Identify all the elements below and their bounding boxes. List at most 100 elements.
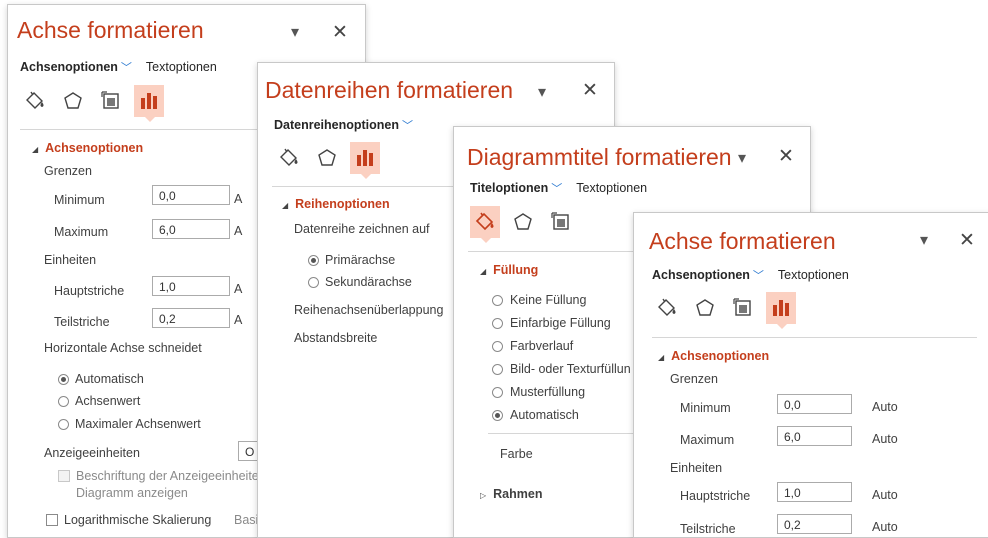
section-reihenoptionen[interactable]: ◢ Reihenoptionen bbox=[282, 197, 390, 211]
teilstriche-auto[interactable]: Auto bbox=[872, 520, 898, 534]
chevron-down-icon[interactable]: ﹀ bbox=[402, 120, 413, 132]
chevron-down-icon[interactable]: ﹀ bbox=[753, 270, 764, 282]
label-sekundaerachse[interactable]: Sekundärachse bbox=[325, 275, 412, 289]
fill-line-icon[interactable] bbox=[20, 85, 50, 117]
teilstriche-auto[interactable]: A bbox=[234, 313, 242, 327]
label-einfarbige-fuellung[interactable]: Einfarbige Füllung bbox=[510, 316, 611, 330]
hauptstriche-auto[interactable]: A bbox=[234, 282, 242, 296]
format-axis-pane-2: Achse formatieren ▾ ✕ Achsenoptionen ﹀ Tex… bbox=[633, 212, 988, 538]
radio-primaerachse[interactable] bbox=[308, 255, 319, 266]
pane-options-dropdown[interactable]: ▾ bbox=[738, 148, 746, 168]
label-maximaler-achsenwert[interactable]: Maximaler Achsenwert bbox=[75, 417, 201, 431]
radio-bild-textur[interactable] bbox=[492, 364, 503, 375]
section-achsenoptionen[interactable]: ◢ Achsenoptionen bbox=[658, 349, 769, 363]
radio-automatisch[interactable] bbox=[492, 410, 503, 421]
pane-options-dropdown[interactable]: ▾ bbox=[538, 82, 546, 102]
label-primaerachse[interactable]: Primärachse bbox=[325, 253, 395, 267]
radio-achsenwert[interactable] bbox=[58, 396, 69, 407]
collapse-triangle-icon: ◢ bbox=[282, 201, 289, 210]
axis-options-bar-chart-icon[interactable] bbox=[766, 292, 796, 329]
label-musterfuellung[interactable]: Musterfüllung bbox=[510, 385, 585, 399]
label-reihenachsenueberlappung: Reihenachsenüberlappung bbox=[294, 303, 444, 317]
label-keine-fuellung[interactable]: Keine Füllung bbox=[510, 293, 586, 307]
label-bild-textur[interactable]: Bild- oder Texturfüllun bbox=[510, 362, 631, 376]
section-label: Rahmen bbox=[493, 487, 543, 501]
label-minimum: Minimum bbox=[680, 401, 731, 415]
minimum-auto[interactable]: A bbox=[234, 192, 242, 206]
label-hauptstriche: Hauptstriche bbox=[54, 284, 125, 298]
axis-options-bar-chart-icon[interactable] bbox=[134, 85, 164, 122]
category-icons bbox=[274, 142, 404, 179]
radio-keine-fuellung[interactable] bbox=[492, 295, 503, 306]
selected-pointer bbox=[777, 324, 787, 329]
radio-automatisch[interactable] bbox=[58, 374, 69, 385]
maximum-input[interactable]: 6,0 bbox=[152, 219, 230, 239]
label-maximum: Maximum bbox=[54, 225, 109, 239]
label-grenzen: Grenzen bbox=[670, 372, 718, 386]
radio-farbverlauf[interactable] bbox=[492, 341, 503, 352]
radio-maximaler-achsenwert[interactable] bbox=[58, 419, 69, 430]
teilstriche-input[interactable]: 0,2 bbox=[777, 514, 852, 534]
size-properties-icon[interactable] bbox=[546, 206, 576, 238]
label-grenzen: Grenzen bbox=[44, 164, 92, 178]
close-button[interactable]: ✕ bbox=[959, 229, 975, 252]
radio-musterfuellung[interactable] bbox=[492, 387, 503, 398]
effects-pentagon-icon[interactable] bbox=[690, 292, 720, 324]
section-fuellung[interactable]: ◢ Füllung bbox=[480, 263, 538, 277]
fill-line-icon[interactable] bbox=[274, 142, 304, 174]
label-horizontale-achse-schneidet: Horizontale Achse schneidet bbox=[44, 341, 202, 355]
hauptstriche-auto[interactable]: Auto bbox=[872, 488, 898, 502]
label-farbverlauf[interactable]: Farbverlauf bbox=[510, 339, 573, 353]
radio-einfarbige-fuellung[interactable] bbox=[492, 318, 503, 329]
series-options-bar-chart-icon[interactable] bbox=[350, 142, 380, 179]
pane-options-dropdown[interactable]: ▾ bbox=[291, 22, 299, 42]
pane-options-dropdown[interactable]: ▾ bbox=[920, 230, 928, 250]
minimum-input[interactable]: 0,0 bbox=[152, 185, 230, 205]
label-automatisch[interactable]: Automatisch bbox=[75, 372, 144, 386]
tab-achsenoptionen[interactable]: Achsenoptionen bbox=[20, 60, 118, 74]
fill-line-icon[interactable] bbox=[470, 206, 500, 243]
chevron-down-icon[interactable]: ﹀ bbox=[551, 183, 562, 195]
section-achsenoptionen[interactable]: ◢ Achsenoptionen bbox=[32, 141, 143, 155]
maximum-input[interactable]: 6,0 bbox=[777, 426, 852, 446]
tab-achsenoptionen[interactable]: Achsenoptionen bbox=[652, 268, 750, 282]
close-button[interactable]: ✕ bbox=[332, 21, 348, 44]
tab-textoptionen[interactable]: Textoptionen bbox=[146, 60, 217, 74]
minimum-auto[interactable]: Auto bbox=[872, 400, 898, 414]
minimum-input[interactable]: 0,0 bbox=[777, 394, 852, 414]
radio-sekundaerachse[interactable] bbox=[308, 277, 319, 288]
label-automatisch[interactable]: Automatisch bbox=[510, 408, 579, 422]
close-button[interactable]: ✕ bbox=[778, 145, 794, 168]
effects-pentagon-icon[interactable] bbox=[58, 85, 88, 117]
hauptstriche-input[interactable]: 1,0 bbox=[777, 482, 852, 502]
teilstriche-input[interactable]: 0,2 bbox=[152, 308, 230, 328]
tab-textoptionen[interactable]: Textoptionen bbox=[778, 268, 849, 282]
label-abstandsbreite: Abstandsbreite bbox=[294, 331, 378, 345]
maximum-auto[interactable]: A bbox=[234, 224, 242, 238]
checkbox-logarithmisch[interactable] bbox=[46, 514, 58, 526]
label-achsenwert[interactable]: Achsenwert bbox=[75, 394, 140, 408]
size-properties-icon[interactable] bbox=[96, 85, 126, 117]
tab-datenreihenoptionen[interactable]: Datenreihenoptionen bbox=[274, 118, 399, 132]
hauptstriche-input[interactable]: 1,0 bbox=[152, 276, 230, 296]
fill-line-icon[interactable] bbox=[652, 292, 682, 324]
label-minimum: Minimum bbox=[54, 193, 105, 207]
options-tabs: Titeloptionen ﹀ Textoptionen bbox=[470, 180, 647, 196]
section-rahmen[interactable]: ▷ Rahmen bbox=[480, 487, 542, 501]
divider bbox=[652, 337, 977, 338]
category-icons bbox=[470, 206, 600, 243]
close-button[interactable]: ✕ bbox=[582, 79, 598, 102]
size-properties-icon[interactable] bbox=[728, 292, 758, 324]
maximum-auto[interactable]: Auto bbox=[872, 432, 898, 446]
label-beschriftung-2: Diagramm anzeigen bbox=[76, 486, 188, 500]
label-teilstriche: Teilstriche bbox=[54, 315, 110, 329]
label-logarithmisch[interactable]: Logarithmische Skalierung bbox=[64, 513, 211, 527]
label-farbe: Farbe bbox=[500, 447, 533, 461]
tab-textoptionen[interactable]: Textoptionen bbox=[576, 181, 647, 195]
section-label: Achsenoptionen bbox=[45, 141, 144, 155]
chevron-down-icon[interactable]: ﹀ bbox=[121, 62, 132, 74]
effects-pentagon-icon[interactable] bbox=[508, 206, 538, 238]
effects-pentagon-icon[interactable] bbox=[312, 142, 342, 174]
tab-titeloptionen[interactable]: Titeloptionen bbox=[470, 181, 548, 195]
section-label: Achsenoptionen bbox=[671, 349, 770, 363]
